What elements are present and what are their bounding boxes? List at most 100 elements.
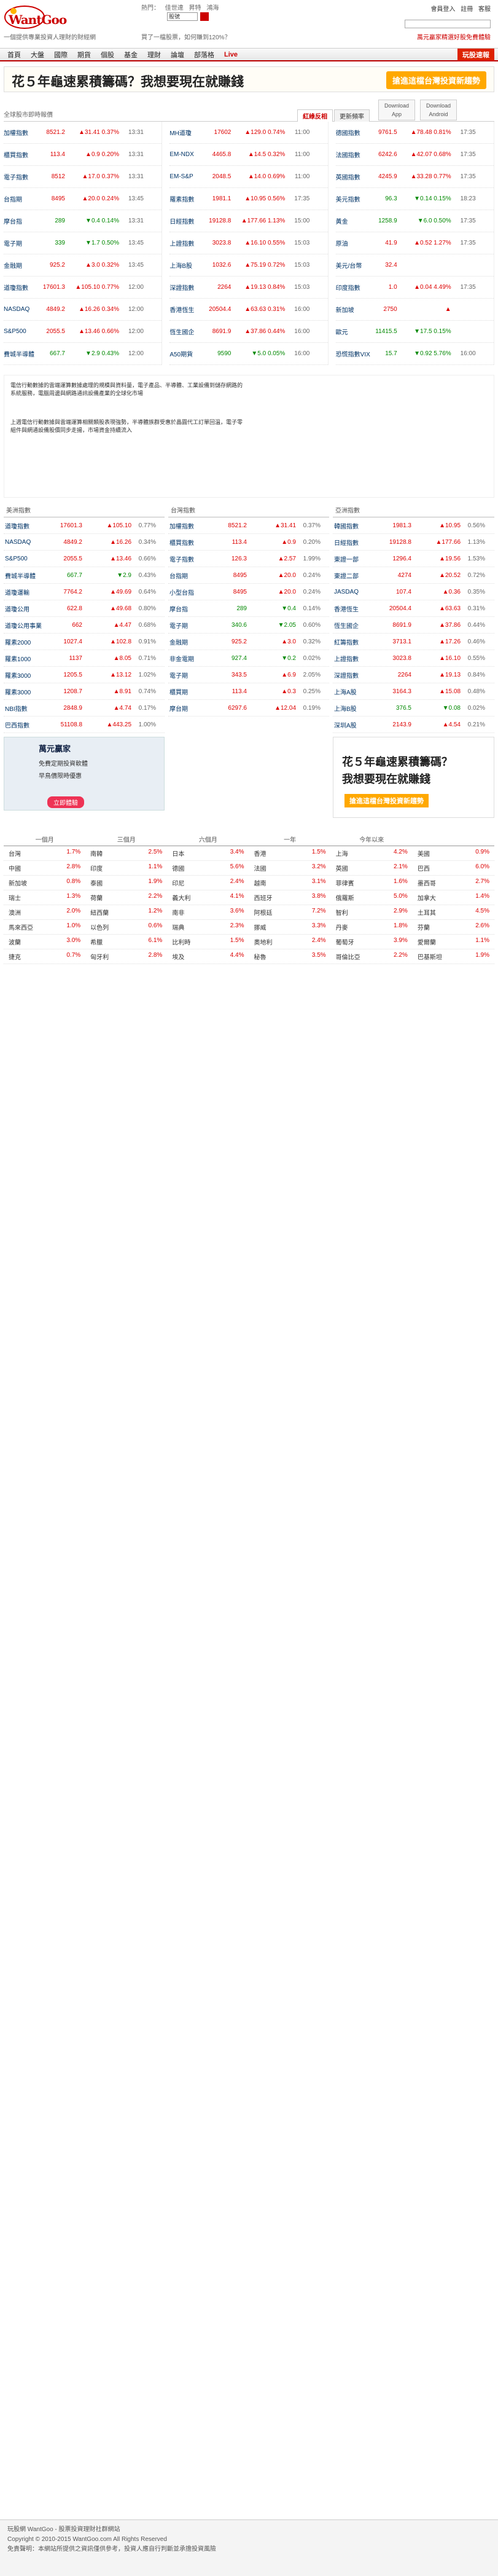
index-name[interactable]: 羅素3000 bbox=[5, 687, 48, 696]
quote-name[interactable]: 費城半導體 bbox=[4, 349, 38, 358]
perf-market[interactable]: 哥倫比亞 bbox=[336, 952, 360, 961]
index-row[interactable]: 加權指數 8521.2 ▲31.41 0.37% bbox=[168, 517, 329, 534]
quote-row[interactable]: 歐元 11415.5 ▼17.5 0.15% bbox=[335, 321, 494, 343]
nav-item[interactable]: 部落格 bbox=[189, 50, 219, 60]
quote-row[interactable]: 上海B股 1032.6 ▲75.19 0.72% 15:03 bbox=[169, 254, 328, 277]
index-name[interactable]: 上海A股 bbox=[334, 687, 377, 696]
index-row[interactable]: 日經指數 19128.8 ▲177.66 1.13% bbox=[333, 534, 494, 551]
index-name[interactable]: S&P500 bbox=[5, 556, 48, 562]
quote-row[interactable]: 德國指數 9761.5 ▲78.48 0.81% 17:35 bbox=[335, 122, 494, 144]
index-name[interactable]: 上證指數 bbox=[334, 654, 377, 663]
quote-row[interactable]: 費城半導體 667.7 ▼2.9 0.43% 12:00 bbox=[4, 343, 162, 365]
index-name[interactable]: 櫃買期 bbox=[169, 687, 212, 696]
perf-market[interactable]: 日本 bbox=[172, 849, 184, 858]
quote-row[interactable]: 恆生國企 8691.9 ▲37.86 0.44% 16:00 bbox=[169, 321, 328, 343]
index-name[interactable]: 香港恆生 bbox=[334, 604, 377, 613]
quote-row[interactable]: 日經指數 19128.8 ▲177.66 1.13% 15:00 bbox=[169, 210, 328, 232]
index-name[interactable]: JASDAQ bbox=[334, 589, 377, 595]
quote-name[interactable]: 原油 bbox=[336, 238, 370, 248]
index-row[interactable]: 費城半導體 667.7 ▼2.9 0.43% bbox=[4, 567, 165, 584]
perf-market[interactable]: 菲律賓 bbox=[336, 878, 354, 887]
index-row[interactable]: 小型台指 8495 ▲20.0 0.24% bbox=[168, 584, 329, 600]
quote-name[interactable]: EM-NDX bbox=[169, 151, 204, 158]
nav-item-live[interactable]: Live bbox=[219, 51, 243, 58]
index-name[interactable]: 羅素3000 bbox=[5, 670, 48, 680]
quote-row[interactable]: 深證指數 2264 ▲19.13 0.84% 15:03 bbox=[169, 277, 328, 299]
register-link[interactable]: 註冊 bbox=[461, 6, 473, 13]
perf-market[interactable]: 法國 bbox=[254, 863, 267, 873]
perf-market[interactable]: 巴西 bbox=[418, 863, 430, 873]
perf-market[interactable]: 捷克 bbox=[9, 952, 21, 961]
header-right-link[interactable]: 萬元贏家精選好股免費體驗 bbox=[417, 32, 491, 41]
quote-name[interactable]: 電子指數 bbox=[4, 172, 38, 181]
quote-name[interactable]: MH道瓊 bbox=[169, 128, 204, 137]
quote-row[interactable]: NASDAQ 4849.2 ▲16.26 0.34% 12:00 bbox=[4, 299, 162, 321]
search-button[interactable] bbox=[200, 12, 209, 21]
index-row[interactable]: JASDAQ 107.4 ▲0.36 0.35% bbox=[333, 584, 494, 600]
index-row[interactable]: 上證指數 3023.8 ▲16.10 0.55% bbox=[333, 650, 494, 667]
index-row[interactable]: 摩台期 6297.6 ▲12.04 0.19% bbox=[168, 700, 329, 717]
perf-market[interactable]: 南韓 bbox=[90, 849, 103, 858]
quote-name[interactable]: 美元指數 bbox=[336, 194, 370, 203]
quote-row[interactable]: 上證指數 3023.8 ▲16.10 0.55% 15:03 bbox=[169, 232, 328, 254]
index-row[interactable]: 羅素2000 1027.4 ▲102.8 0.91% bbox=[4, 634, 165, 650]
perf-market[interactable]: 秘魯 bbox=[254, 952, 267, 961]
index-row[interactable]: NBI指數 2848.9 ▲4.74 0.17% bbox=[4, 700, 165, 717]
index-name[interactable]: 道瓊指數 bbox=[5, 521, 48, 530]
index-row[interactable]: 羅素1000 1137 ▲8.05 0.71% bbox=[4, 650, 165, 667]
index-name[interactable]: 道瓊公用事業 bbox=[5, 621, 48, 630]
index-name[interactable]: 道瓊公用 bbox=[5, 604, 48, 613]
perf-market[interactable]: 義大利 bbox=[172, 893, 190, 902]
index-row[interactable]: 電子指數 126.3 ▲2.57 1.99% bbox=[168, 551, 329, 567]
nav-item[interactable]: 論壇 bbox=[166, 50, 189, 60]
index-row[interactable]: 巴西指數 51108.8 ▲443.25 1.00% bbox=[4, 717, 165, 733]
quote-row[interactable]: 英國指數 4245.9 ▲33.28 0.77% 17:35 bbox=[335, 166, 494, 188]
quote-row[interactable]: A50期貨 9590 ▼5.0 0.05% 16:00 bbox=[169, 343, 328, 365]
quote-name[interactable]: 摩台指 bbox=[4, 216, 38, 226]
perf-header[interactable]: 一年 bbox=[249, 834, 331, 844]
quote-row[interactable]: 電子期 339 ▼1.7 0.50% 13:45 bbox=[4, 232, 162, 254]
perf-market[interactable]: 丹麥 bbox=[336, 922, 348, 932]
perf-header[interactable]: 一個月 bbox=[4, 834, 85, 844]
perf-market[interactable]: 上海 bbox=[336, 849, 348, 858]
nav-cta-button[interactable]: 玩股速報 bbox=[457, 48, 494, 61]
nav-item[interactable]: 基金 bbox=[119, 50, 142, 60]
index-name[interactable]: 電子期 bbox=[169, 621, 212, 630]
search-input[interactable]: 股號 bbox=[167, 12, 198, 21]
quote-name[interactable]: 櫃買指數 bbox=[4, 150, 38, 159]
index-row[interactable]: 道瓊指數 17601.3 ▲105.10 0.77% bbox=[4, 517, 165, 534]
banner-button[interactable]: 搶進這檔台灣投資新趨勢 bbox=[386, 71, 486, 89]
app-android-button[interactable]: Download Android bbox=[420, 100, 457, 120]
index-row[interactable]: 恆生國企 8691.9 ▲37.86 0.44% bbox=[333, 617, 494, 634]
quote-row[interactable]: 摩台指 289 ▼0.4 0.14% 13:31 bbox=[4, 210, 162, 232]
perf-market[interactable]: 加拿大 bbox=[418, 893, 436, 902]
perf-market[interactable]: 南非 bbox=[172, 908, 184, 917]
index-row[interactable]: 羅素3000 1208.7 ▲8.91 0.74% bbox=[4, 683, 165, 700]
index-name[interactable]: 巴西指數 bbox=[5, 720, 48, 729]
nav-item[interactable]: 大盤 bbox=[26, 50, 49, 60]
perf-market[interactable]: 以色列 bbox=[90, 922, 109, 932]
index-name[interactable]: 日經指數 bbox=[334, 538, 377, 547]
ad-banner-side[interactable]: 花５年龜速累積籌碼？ 我想要現在就賺錢 搶進這檔台灣投資新趨勢 bbox=[333, 737, 494, 818]
index-row[interactable]: 韓國指數 1981.3 ▲10.95 0.56% bbox=[333, 517, 494, 534]
perf-market[interactable]: 越南 bbox=[254, 878, 267, 887]
perf-market[interactable]: 西班牙 bbox=[254, 893, 273, 902]
quote-name[interactable]: 歐元 bbox=[336, 327, 370, 336]
index-name[interactable]: 東證一部 bbox=[334, 554, 377, 564]
quote-name[interactable]: EM-S&P bbox=[169, 173, 204, 180]
index-name[interactable]: 紅籌指數 bbox=[334, 637, 377, 646]
perf-market[interactable]: 波蘭 bbox=[9, 937, 21, 946]
quote-name[interactable]: 德國指數 bbox=[336, 128, 370, 137]
service-link[interactable]: 客服 bbox=[478, 6, 491, 13]
index-row[interactable]: 上海A股 3164.3 ▲15.08 0.48% bbox=[333, 683, 494, 700]
quote-name[interactable]: 電子期 bbox=[4, 238, 38, 248]
perf-market[interactable]: 巴基斯坦 bbox=[418, 952, 442, 961]
quote-name[interactable]: 法國指數 bbox=[336, 150, 370, 159]
quote-name[interactable]: 香港恆生 bbox=[169, 305, 204, 314]
index-name[interactable]: 摩台指 bbox=[169, 604, 212, 613]
quote-name[interactable]: S&P500 bbox=[4, 328, 38, 335]
index-name[interactable]: 電子指數 bbox=[169, 554, 212, 564]
index-name[interactable]: 非金電期 bbox=[169, 654, 212, 663]
quote-name[interactable]: 英國指數 bbox=[336, 172, 370, 181]
index-row[interactable]: 香港恆生 20504.4 ▲63.63 0.31% bbox=[333, 600, 494, 617]
